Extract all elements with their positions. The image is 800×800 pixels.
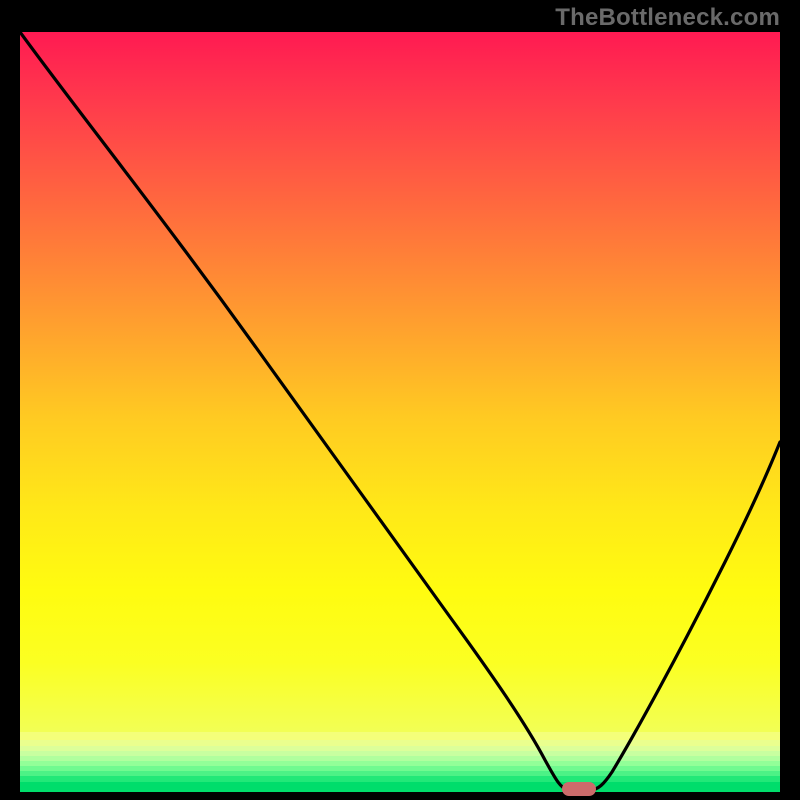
watermark-text: TheBottleneck.com: [555, 4, 780, 32]
plot-area: [20, 32, 780, 792]
bottleneck-curve: [20, 32, 780, 790]
optimum-marker: [562, 782, 596, 796]
curve-svg: [20, 32, 780, 792]
